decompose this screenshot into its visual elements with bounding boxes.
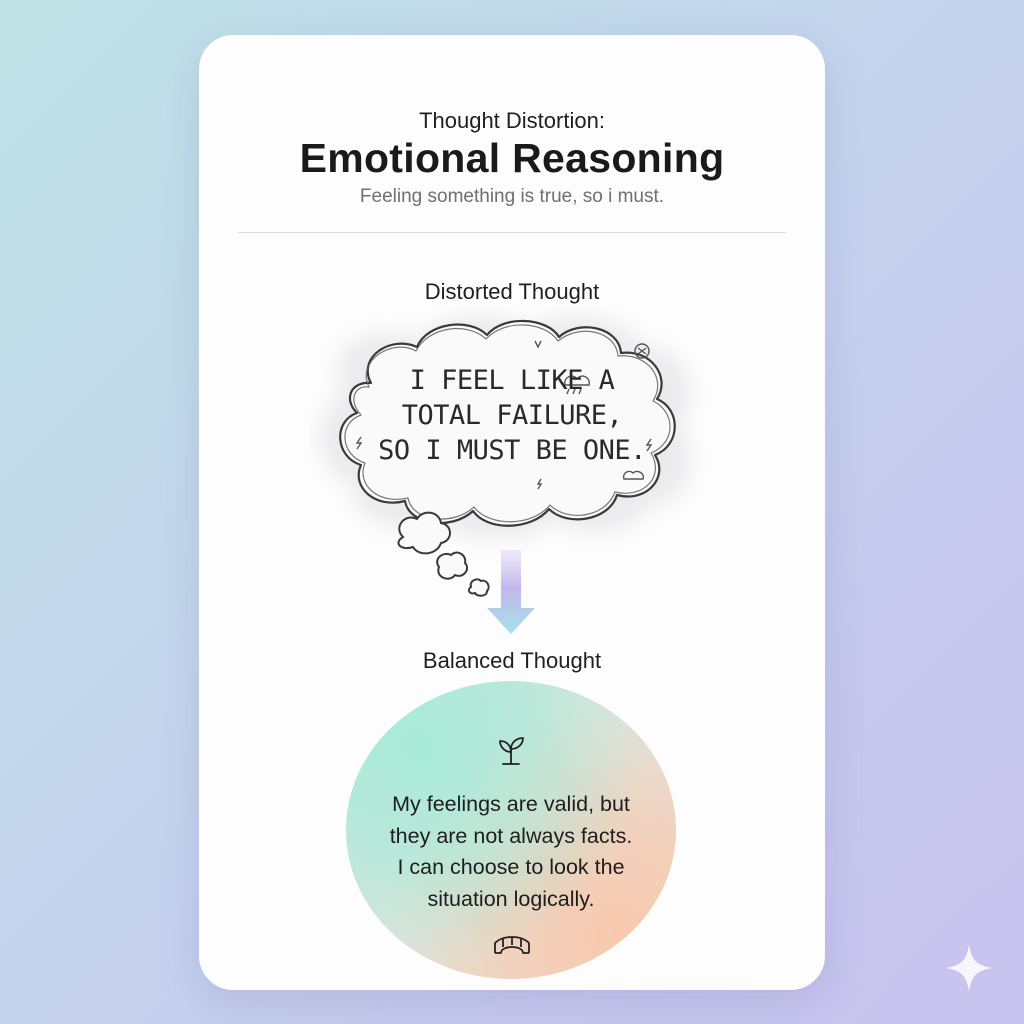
card-subtitle: Feeling something is true, so i must. <box>359 186 665 207</box>
arrow-down-icon <box>487 550 535 634</box>
distorted-line: I FEEL LIKE A <box>409 365 615 396</box>
divider <box>238 232 786 233</box>
balanced-line: I can choose to look the <box>397 855 625 879</box>
balanced-line: situation logically. <box>427 886 595 911</box>
balanced-line: My feelings are valid, but <box>392 792 630 816</box>
card-kicker: Thought Distortion: <box>419 108 605 133</box>
distorted-line: SO I MUST BE ONE. <box>378 435 646 466</box>
distorted-thought-label: Distorted Thought <box>424 279 600 304</box>
distorted-line: TOTAL FAILURE, <box>401 400 623 431</box>
balanced-line: they are not always facts. <box>389 823 633 848</box>
bridge-icon <box>494 936 530 954</box>
distorted-thought-text: I FEEL LIKE A TOTAL FAILURE, SO I MUST B… <box>349 363 675 468</box>
balanced-thought-text: My feelings are valid, but they are not … <box>346 789 676 915</box>
thought-card: Thought Distortion: Emotional Reasoning … <box>199 35 825 990</box>
sparkle-icon <box>945 944 993 992</box>
sprout-icon <box>499 737 524 765</box>
balanced-thought-label: Balanced Thought <box>422 648 602 673</box>
page-title: Emotional Reasoning <box>299 135 725 181</box>
